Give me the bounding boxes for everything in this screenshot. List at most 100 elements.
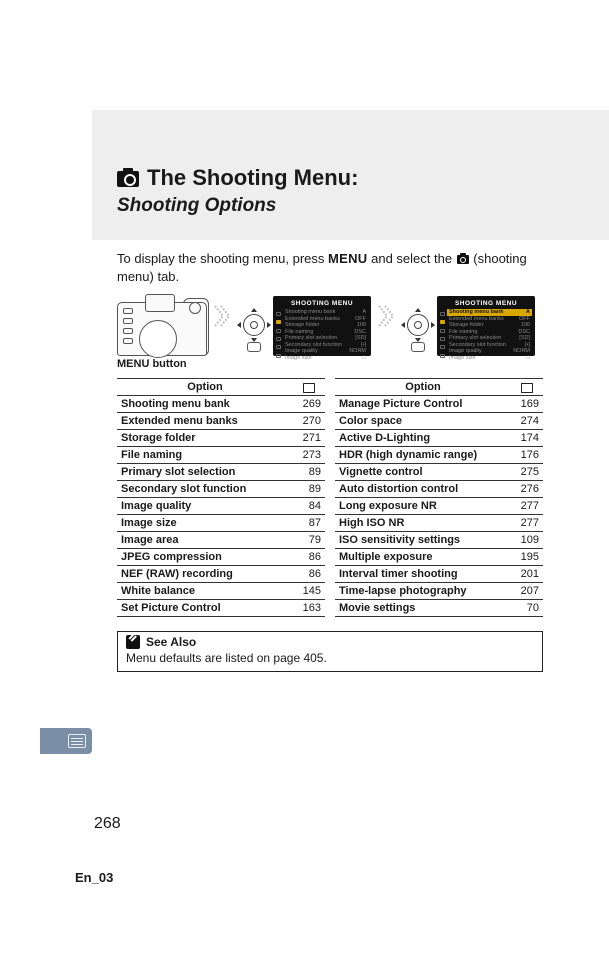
option-name: Auto distortion control: [335, 481, 511, 498]
table-row: Multiple exposure195: [335, 549, 543, 566]
option-page: 207: [511, 583, 543, 600]
camera-icon: [457, 255, 469, 264]
option-name: Secondary slot function: [117, 481, 293, 498]
option-name: High ISO NR: [335, 515, 511, 532]
menu-button-caption: MENU button: [117, 358, 207, 370]
table-row: Secondary slot function89: [117, 481, 325, 498]
lcd-item-value: □: [363, 355, 366, 362]
multiselector-illustration: [403, 296, 433, 356]
option-name: Image size: [117, 515, 293, 532]
option-name: Movie settings: [335, 600, 511, 617]
table-row: Storage folder271: [117, 430, 325, 447]
table-row: Movie settings70: [335, 600, 543, 617]
table-row: Image size87: [117, 515, 325, 532]
col-option: Option: [117, 379, 293, 396]
see-also-box: See Also Menu defaults are listed on pag…: [117, 631, 543, 672]
options-table-right: Option Manage Picture Control169Color sp…: [335, 378, 543, 617]
table-header-row: Option: [335, 379, 543, 396]
table-row: ISO sensitivity settings109: [335, 532, 543, 549]
option-name: Extended menu banks: [117, 413, 293, 430]
lcd-menu-row: Image size □: [283, 355, 368, 362]
arrow-icon: [213, 296, 233, 336]
option-page: 86: [293, 566, 325, 583]
option-name: Shooting menu bank: [117, 396, 293, 413]
option-name: Primary slot selection: [117, 464, 293, 481]
table-row: Shooting menu bank269: [117, 396, 325, 413]
section-header: The Shooting Menu: Shooting Options: [92, 110, 609, 240]
option-page: 201: [511, 566, 543, 583]
intro-text-1: To display the shooting menu, press: [117, 251, 328, 266]
lcd-item-name: Image size: [285, 355, 312, 362]
intro-paragraph: To display the shooting menu, press MENU…: [117, 250, 543, 286]
table-row: Time-lapse photography207: [335, 583, 543, 600]
option-name: Multiple exposure: [335, 549, 511, 566]
camera-top-illustration: MENU button: [117, 296, 207, 370]
table-row: Interval timer shooting201: [335, 566, 543, 583]
option-name: File naming: [117, 447, 293, 464]
lcd-title: SHOOTING MENU: [440, 299, 532, 309]
table-row: White balance145: [117, 583, 325, 600]
option-page: 89: [293, 464, 325, 481]
option-name: Active D-Lighting: [335, 430, 511, 447]
option-name: HDR (high dynamic range): [335, 447, 511, 464]
table-row: High ISO NR277: [335, 515, 543, 532]
menu-icon: [68, 734, 86, 748]
table-row: Long exposure NR277: [335, 498, 543, 515]
intro-text-2: and select the: [368, 251, 456, 266]
arrow-icon: [377, 296, 397, 336]
option-page: 176: [511, 447, 543, 464]
table-row: File naming273: [117, 447, 325, 464]
option-name: Manage Picture Control: [335, 396, 511, 413]
option-page: 169: [511, 396, 543, 413]
option-name: Image quality: [117, 498, 293, 515]
option-page: 271: [293, 430, 325, 447]
options-table-left: Option Shooting menu bank269Extended men…: [117, 378, 325, 617]
table-row: Extended menu banks270: [117, 413, 325, 430]
table-row: Vignette control275: [335, 464, 543, 481]
option-page: 79: [293, 532, 325, 549]
table-row: NEF (RAW) recording86: [117, 566, 325, 583]
table-row: Active D-Lighting174: [335, 430, 543, 447]
table-row: Auto distortion control276: [335, 481, 543, 498]
table-row: HDR (high dynamic range)176: [335, 447, 543, 464]
table-row: Set Picture Control163: [117, 600, 325, 617]
option-page: 145: [293, 583, 325, 600]
option-name: Set Picture Control: [117, 600, 293, 617]
option-name: JPEG compression: [117, 549, 293, 566]
see-also-body: Menu defaults are listed on page 405.: [118, 649, 542, 671]
footer-code: En_03: [75, 870, 113, 885]
option-name: Time-lapse photography: [335, 583, 511, 600]
note-icon: [126, 635, 140, 649]
side-thumb-tab: [40, 728, 92, 754]
option-page: 276: [511, 481, 543, 498]
option-page: 273: [293, 447, 325, 464]
option-page: 87: [293, 515, 325, 532]
multiselector-illustration: [239, 296, 269, 356]
table-header-row: Option: [117, 379, 325, 396]
option-name: Color space: [335, 413, 511, 430]
option-page: 86: [293, 549, 325, 566]
option-page: 275: [511, 464, 543, 481]
option-name: Image area: [117, 532, 293, 549]
lcd-menu-row: Image size□: [447, 355, 532, 362]
option-page: 195: [511, 549, 543, 566]
illustration-row: MENU button SHOO: [117, 296, 543, 370]
option-page: 174: [511, 430, 543, 447]
option-page: 109: [511, 532, 543, 549]
option-name: ISO sensitivity settings: [335, 532, 511, 549]
option-page: 84: [293, 498, 325, 515]
section-title: The Shooting Menu:: [147, 165, 358, 191]
menu-button-label: MENU: [328, 251, 367, 266]
option-name: Vignette control: [335, 464, 511, 481]
table-row: Image quality84: [117, 498, 325, 515]
option-name: White balance: [117, 583, 293, 600]
col-page: [511, 379, 543, 396]
option-name: Long exposure NR: [335, 498, 511, 515]
section-subtitle: Shooting Options: [117, 195, 609, 217]
option-page: 70: [511, 600, 543, 617]
option-name: NEF (RAW) recording: [117, 566, 293, 583]
table-row: Color space274: [335, 413, 543, 430]
camera-icon: [117, 171, 139, 187]
col-option: Option: [335, 379, 511, 396]
see-also-title: See Also: [146, 635, 196, 649]
